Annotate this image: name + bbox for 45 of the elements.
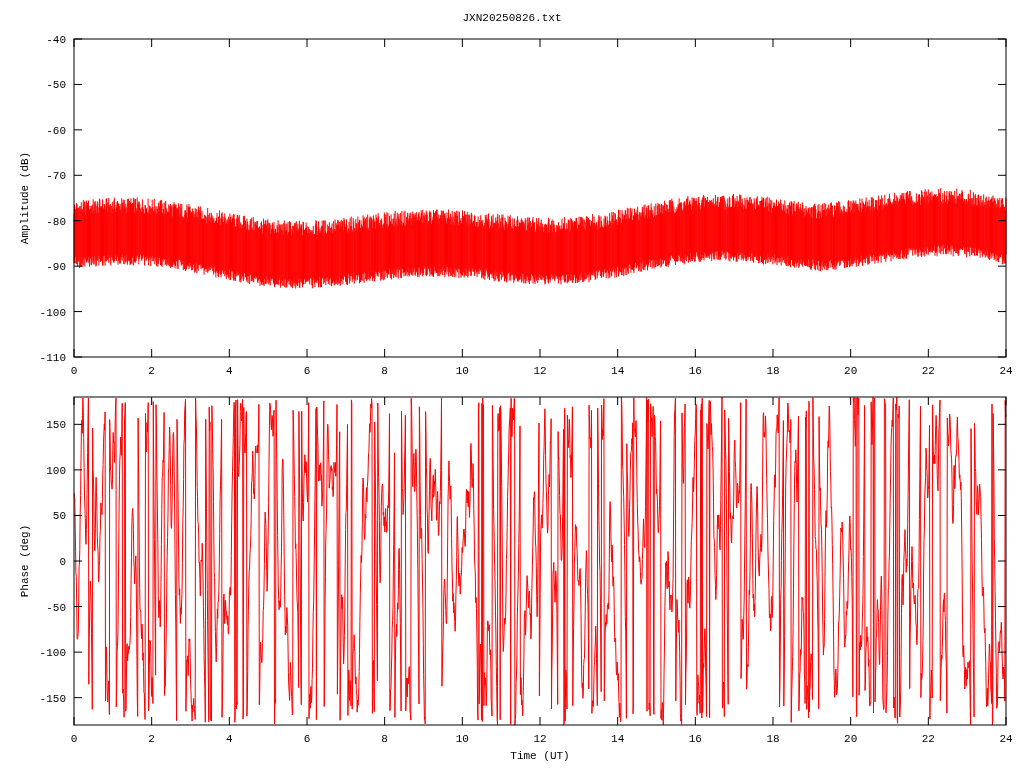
tick-label: 18: [766, 365, 780, 377]
tick-label: -80: [46, 215, 66, 228]
tick-label: -60: [46, 124, 66, 137]
tick-label: -70: [46, 170, 66, 183]
tick-label: 18: [766, 733, 780, 745]
tick-label: -50: [46, 601, 66, 614]
tick-label: 10: [455, 733, 469, 745]
tick-label: -110: [39, 352, 66, 364]
tick-label: 8: [381, 365, 388, 377]
tick-label: 0: [59, 556, 66, 568]
axis-label: Phase (deg): [19, 524, 31, 598]
tick-label: -40: [46, 34, 66, 46]
tick-label: 4: [226, 733, 233, 745]
tick-label: 22: [921, 733, 935, 745]
tick-label: 0: [70, 365, 78, 377]
tick-label: -50: [46, 79, 66, 92]
tick-label: 8: [381, 733, 388, 745]
tick-label: 0: [70, 733, 78, 745]
axis-label: Amplitude (dB): [19, 151, 31, 245]
tick-label: 16: [688, 365, 702, 377]
tick-label: -90: [46, 261, 66, 274]
tick-label: 24: [999, 733, 1013, 745]
tick-label: 6: [303, 365, 311, 377]
tick-label: 2: [148, 733, 155, 745]
tick-label: 2: [148, 365, 155, 377]
tick-label: 14: [611, 733, 625, 745]
tick-label: -100: [39, 647, 66, 660]
tick-label: 22: [921, 365, 935, 377]
tick-label: -150: [39, 692, 66, 705]
tick-label: 12: [533, 365, 547, 377]
tick-label: 20: [844, 365, 858, 377]
tick-label: 100: [46, 464, 66, 477]
tick-label: 16: [688, 733, 702, 745]
axis-label: Time (UT): [510, 750, 570, 762]
tick-label: -100: [39, 306, 66, 319]
tick-label: 6: [303, 733, 311, 745]
tick-label: 4: [226, 365, 233, 377]
tick-label: 20: [844, 733, 858, 745]
tick-label: 10: [455, 365, 469, 377]
tick-label: 24: [999, 365, 1013, 377]
chart-title: JXN20250826.txt: [462, 13, 562, 24]
tick-label: 12: [533, 733, 547, 745]
tick-label: 50: [52, 510, 66, 523]
tick-label: 14: [611, 365, 625, 377]
tick-label: 150: [46, 419, 66, 432]
